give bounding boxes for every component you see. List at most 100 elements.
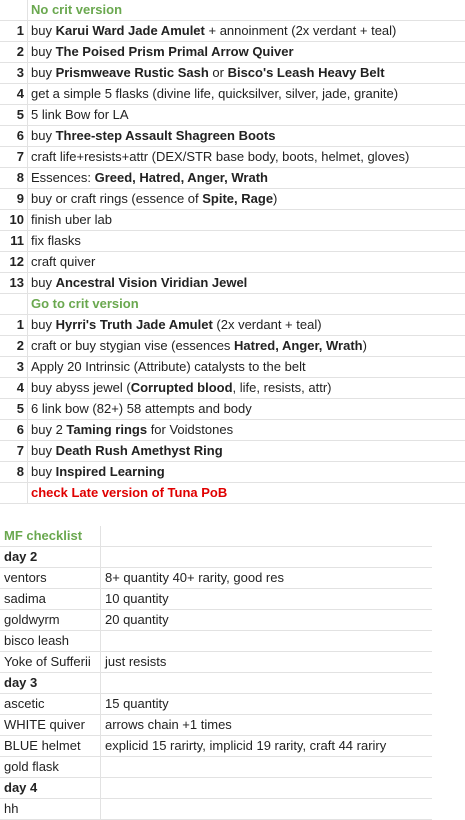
checklist-row[interactable]: 8 buy Inspired Learning [0,462,465,483]
row-text[interactable]: buy The Poised Prism Primal Arrow Quiver [28,42,465,62]
mf-title-cell[interactable]: MF checklist [0,526,101,546]
day-label[interactable]: day 4 [0,778,101,798]
row-text[interactable]: buy abyss jewel (Corrupted blood, life, … [28,378,465,398]
requirement-cell[interactable]: just resists [101,652,432,672]
item-name-cell[interactable]: sadima [0,589,101,609]
checklist-row[interactable]: 6 buy Three-step Assault Shagreen Boots [0,126,465,147]
requirement-cell[interactable] [101,757,432,777]
row-number[interactable]: 6 [0,126,28,146]
checklist-row[interactable]: 2 buy The Poised Prism Primal Arrow Quive… [0,42,465,63]
row-text[interactable]: fix flasks [28,231,465,251]
row-text[interactable]: buy Prismweave Rustic Sash or Bisco's Le… [28,63,465,83]
mf-item-row[interactable]: WHITE quiver arrows chain +1 times [0,715,432,736]
row-text[interactable]: buy or craft rings (essence of Spite, Ra… [28,189,465,209]
requirement-cell[interactable]: 10 quantity [101,589,432,609]
row-number[interactable]: 3 [0,63,28,83]
requirement-cell[interactable]: arrows chain +1 times [101,715,432,735]
day-row[interactable]: day 4 [0,778,432,799]
row-text[interactable]: craft life+resists+attr (DEX/STR base bo… [28,147,465,167]
row-text[interactable]: 6 link bow (82+) 58 attempts and body [28,399,465,419]
day-label[interactable]: day 2 [0,547,101,567]
row-text[interactable]: craft quiver [28,252,465,272]
item-name-cell[interactable]: gold flask [0,757,101,777]
mf-item-row[interactable]: ascetic 15 quantity [0,694,432,715]
item-name-cell[interactable]: ascetic [0,694,101,714]
row-text[interactable]: buy Inspired Learning [28,462,465,482]
checklist-row[interactable]: 1 buy Karui Ward Jade Amulet + annoinment… [0,21,465,42]
row-number[interactable]: 2 [0,42,28,62]
row-number-cell[interactable] [0,0,28,20]
item-name-cell[interactable]: goldwyrm [0,610,101,630]
checklist-row[interactable]: 9 buy or craft rings (essence of Spite, R… [0,189,465,210]
checklist-row[interactable]: 3 Apply 20 Intrinsic (Attribute) catalyst… [0,357,465,378]
section-header-row[interactable]: Go to crit version [0,294,465,315]
row-text[interactable]: Essences: Greed, Hatred, Anger, Wrath [28,168,465,188]
item-name-cell[interactable]: WHITE quiver [0,715,101,735]
day-row[interactable]: day 3 [0,673,432,694]
checklist-row[interactable]: 7 buy Death Rush Amethyst Ring [0,441,465,462]
row-text[interactable]: buy Three-step Assault Shagreen Boots [28,126,465,146]
mf-item-row[interactable]: BLUE helmet explicid 15 rarirty, implicid… [0,736,432,757]
row-number[interactable]: 5 [0,399,28,419]
checklist-row[interactable]: 11 fix flasks [0,231,465,252]
mf-item-row[interactable]: Yoke of Sufferii just resists [0,652,432,673]
checklist-row[interactable]: 4 get a simple 5 flasks (divine life, qui… [0,84,465,105]
requirement-cell[interactable]: explicid 15 rarirty, implicid 19 rarity,… [101,736,432,756]
mf-header-row[interactable]: MF checklist [0,526,432,547]
row-number[interactable]: 2 [0,336,28,356]
item-name-cell[interactable]: BLUE helmet [0,736,101,756]
no-crit-header[interactable]: No crit version [28,0,465,20]
checklist-row[interactable]: 8 Essences: Greed, Hatred, Anger, Wrath [0,168,465,189]
checklist-row[interactable]: 1 buy Hyrri's Truth Jade Amulet (2x verda… [0,315,465,336]
row-number[interactable]: 8 [0,168,28,188]
checklist-row[interactable]: 13 buy Ancestral Vision Viridian Jewel [0,273,465,294]
checklist-row[interactable]: 55 link Bow for LA [0,105,465,126]
section-header-row[interactable]: No crit version [0,0,465,21]
row-number[interactable]: 13 [0,273,28,293]
row-number[interactable]: 11 [0,231,28,251]
mf-item-row[interactable]: bisco leash [0,631,432,652]
row-number[interactable]: 3 [0,357,28,377]
row-number[interactable]: 6 [0,420,28,440]
row-number[interactable]: 7 [0,441,28,461]
footer-row[interactable]: check Late version of Tuna PoB [0,483,465,504]
row-text[interactable]: 5 link Bow for LA [28,105,465,125]
checklist-row[interactable]: 4 buy abyss jewel (Corrupted blood, life,… [0,378,465,399]
requirement-cell[interactable] [101,631,432,651]
row-number-cell[interactable] [0,483,28,503]
mf-item-row[interactable]: goldwyrm 20 quantity [0,610,432,631]
row-text[interactable]: Apply 20 Intrinsic (Attribute) catalysts… [28,357,465,377]
item-name-cell[interactable]: hh [0,799,101,819]
row-number[interactable]: 4 [0,378,28,398]
item-name-cell[interactable]: bisco leash [0,631,101,651]
day-row[interactable]: day 2 [0,547,432,568]
checklist-row[interactable]: 7 craft life+resists+attr (DEX/STR base b… [0,147,465,168]
row-number[interactable]: 7 [0,147,28,167]
row-number[interactable]: 10 [0,210,28,230]
row-text[interactable]: buy Ancestral Vision Viridian Jewel [28,273,465,293]
row-text[interactable]: get a simple 5 flasks (divine life, quic… [28,84,465,104]
checklist-row[interactable]: 2 craft or buy stygian vise (essences Hat… [0,336,465,357]
row-text[interactable]: buy 2 Taming rings for Voidstones [28,420,465,440]
mf-item-row[interactable]: gold flask [0,757,432,778]
item-name-cell[interactable]: Yoke of Sufferii [0,652,101,672]
item-name-cell[interactable]: ventors [0,568,101,588]
checklist-row[interactable]: 3 buy Prismweave Rustic Sash or Bisco's L… [0,63,465,84]
row-text[interactable]: buy Hyrri's Truth Jade Amulet (2x verdan… [28,315,465,335]
row-number[interactable]: 9 [0,189,28,209]
row-text[interactable]: buy Karui Ward Jade Amulet + annoinment … [28,21,465,41]
mf-item-row[interactable]: sadima 10 quantity [0,589,432,610]
row-number[interactable]: 4 [0,84,28,104]
day-label[interactable]: day 3 [0,673,101,693]
row-number[interactable]: 8 [0,462,28,482]
mf-empty-cell[interactable] [101,526,432,546]
requirement-cell[interactable]: 15 quantity [101,694,432,714]
row-number[interactable]: 5 [0,105,28,125]
requirement-cell[interactable] [101,799,432,819]
row-text[interactable]: buy Death Rush Amethyst Ring [28,441,465,461]
checklist-row[interactable]: 12 craft quiver [0,252,465,273]
mf-item-row[interactable]: ventors 8+ quantity 40+ rarity, good res [0,568,432,589]
row-text[interactable]: craft or buy stygian vise (essences Hatr… [28,336,465,356]
late-version-note[interactable]: check Late version of Tuna PoB [28,483,465,503]
requirement-cell[interactable] [101,673,432,693]
